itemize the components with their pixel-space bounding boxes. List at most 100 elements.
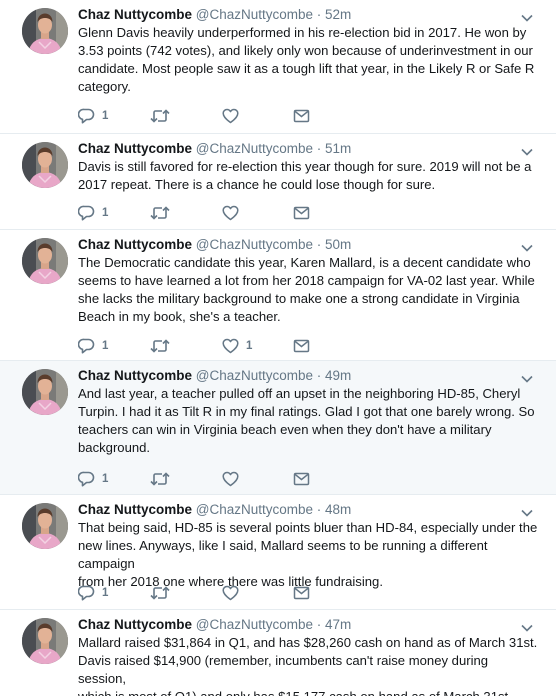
reply-count: 1 [102,207,109,219]
avatar[interactable] [22,142,68,188]
timestamp[interactable]: 52m [325,7,351,22]
dm-button[interactable] [293,338,310,354]
like-button[interactable] [222,471,246,487]
dm-button[interactable] [293,471,310,487]
tweet[interactable]: Chaz Nuttycombe @ChazNuttycombe · 48m Th… [0,495,556,610]
dm-button[interactable] [293,205,310,221]
tweet-thread: Chaz Nuttycombe @ChazNuttycombe · 52m Gl… [0,0,556,696]
tweet-actions: 1 [78,108,378,124]
author-name[interactable]: Chaz Nuttycombe [78,617,192,632]
timestamp[interactable]: 48m [325,502,351,517]
heart-icon [222,108,239,124]
retweet-button[interactable] [150,108,177,124]
text-line: which is most of Q1) and only has $15,17… [78,688,538,696]
reply-button[interactable]: 1 [78,471,108,487]
timestamp[interactable]: 49m [325,368,351,383]
tweet-text: Mallard raised $31,864 in Q1, and has $2… [78,634,538,696]
reply-icon [78,205,95,221]
avatar[interactable] [22,8,68,54]
like-button[interactable] [222,205,246,221]
text-line: she lacks the military background to mak… [78,291,520,306]
tweet[interactable]: Chaz Nuttycombe @ChazNuttycombe · 49m An… [0,361,556,495]
chevron-down-icon[interactable] [520,505,534,517]
tweet-header: Chaz Nuttycombe @ChazNuttycombe · 52m [78,6,351,24]
tweet-text: That being said, HD-85 is several points… [78,519,538,591]
author-handle[interactable]: @ChazNuttycombe [196,237,313,252]
text-line: candidate. Most people saw it as a tough… [78,61,535,76]
text-line: seems to have learned a lot from her 201… [78,273,535,288]
heart-icon [222,471,239,487]
separator-dot: · [313,368,326,383]
reply-button[interactable]: 1 [78,205,108,221]
chevron-down-icon[interactable] [520,144,534,156]
tweet-text: The Democratic candidate this year, Kare… [78,254,538,326]
envelope-icon [293,585,310,601]
author-name[interactable]: Chaz Nuttycombe [78,7,192,22]
reply-icon [78,585,95,601]
envelope-icon [293,205,310,221]
avatar[interactable] [22,618,68,664]
avatar[interactable] [22,369,68,415]
like-button[interactable] [222,585,246,601]
dm-button[interactable] [293,585,310,601]
reply-count: 1 [102,473,109,485]
reply-button[interactable]: 1 [78,108,108,124]
timestamp[interactable]: 47m [325,617,351,632]
author-handle[interactable]: @ChazNuttycombe [196,617,313,632]
tweet[interactable]: Chaz Nuttycombe @ChazNuttycombe · 51m Da… [0,134,556,230]
retweet-button[interactable] [150,338,177,354]
text-line: And last year, a teacher pulled off an u… [78,386,521,401]
separator-dot: · [313,237,326,252]
chevron-down-icon[interactable] [520,371,534,383]
author-handle[interactable]: @ChazNuttycombe [196,368,313,383]
author-name[interactable]: Chaz Nuttycombe [78,502,192,517]
author-handle[interactable]: @ChazNuttycombe [196,502,313,517]
like-button[interactable] [222,108,246,124]
author-name[interactable]: Chaz Nuttycombe [78,237,192,252]
reply-count: 1 [102,110,109,122]
tweet[interactable]: Chaz Nuttycombe @ChazNuttycombe · 47m Ma… [0,610,556,696]
heart-icon [222,585,239,601]
tweet-text: Davis is still favored for re-election t… [78,158,538,194]
like-button[interactable]: 1 [222,338,252,354]
retweet-button[interactable] [150,205,177,221]
text-line: Turpin. I had it as Tilt R in my final r… [78,404,535,419]
author-handle[interactable]: @ChazNuttycombe [196,7,313,22]
avatar[interactable] [22,503,68,549]
text-line: 2017 repeat. There is a chance he could … [78,177,436,192]
retweet-icon [150,338,170,354]
tweet[interactable]: Chaz Nuttycombe @ChazNuttycombe · 52m Gl… [0,0,556,134]
retweet-icon [150,471,170,487]
avatar[interactable] [22,238,68,284]
reply-icon [78,338,95,354]
reply-button[interactable]: 1 [78,338,108,354]
tweet-header: Chaz Nuttycombe @ChazNuttycombe · 49m [78,367,351,385]
timestamp[interactable]: 51m [325,141,351,156]
author-name[interactable]: Chaz Nuttycombe [78,141,192,156]
retweet-button[interactable] [150,471,177,487]
reply-icon [78,471,95,487]
chevron-down-icon[interactable] [520,10,534,22]
text-line: That being said, HD-85 is several points… [78,520,538,535]
reply-count: 1 [102,587,109,599]
text-line: The Democratic candidate this year, Kare… [78,255,531,270]
envelope-icon [293,471,310,487]
tweet-header: Chaz Nuttycombe @ChazNuttycombe · 47m [78,616,351,634]
author-name[interactable]: Chaz Nuttycombe [78,368,192,383]
text-line: teachers can win in Virginia beach even … [78,422,492,437]
tweet-header: Chaz Nuttycombe @ChazNuttycombe · 50m [78,236,351,254]
dm-button[interactable] [293,108,310,124]
tweet-actions: 1 [78,585,378,601]
reply-count: 1 [102,340,109,352]
chevron-down-icon[interactable] [520,620,534,632]
author-handle[interactable]: @ChazNuttycombe [196,141,313,156]
tweet[interactable]: Chaz Nuttycombe @ChazNuttycombe · 50m Th… [0,230,556,361]
tweet-text: Glenn Davis heavily underperformed in hi… [78,24,538,96]
reply-button[interactable]: 1 [78,585,108,601]
retweet-icon [150,108,170,124]
chevron-down-icon[interactable] [520,240,534,252]
retweet-button[interactable] [150,585,177,601]
text-line: Beach in my book, she's a teacher. [78,309,281,324]
timestamp[interactable]: 50m [325,237,351,252]
heart-icon [222,205,239,221]
